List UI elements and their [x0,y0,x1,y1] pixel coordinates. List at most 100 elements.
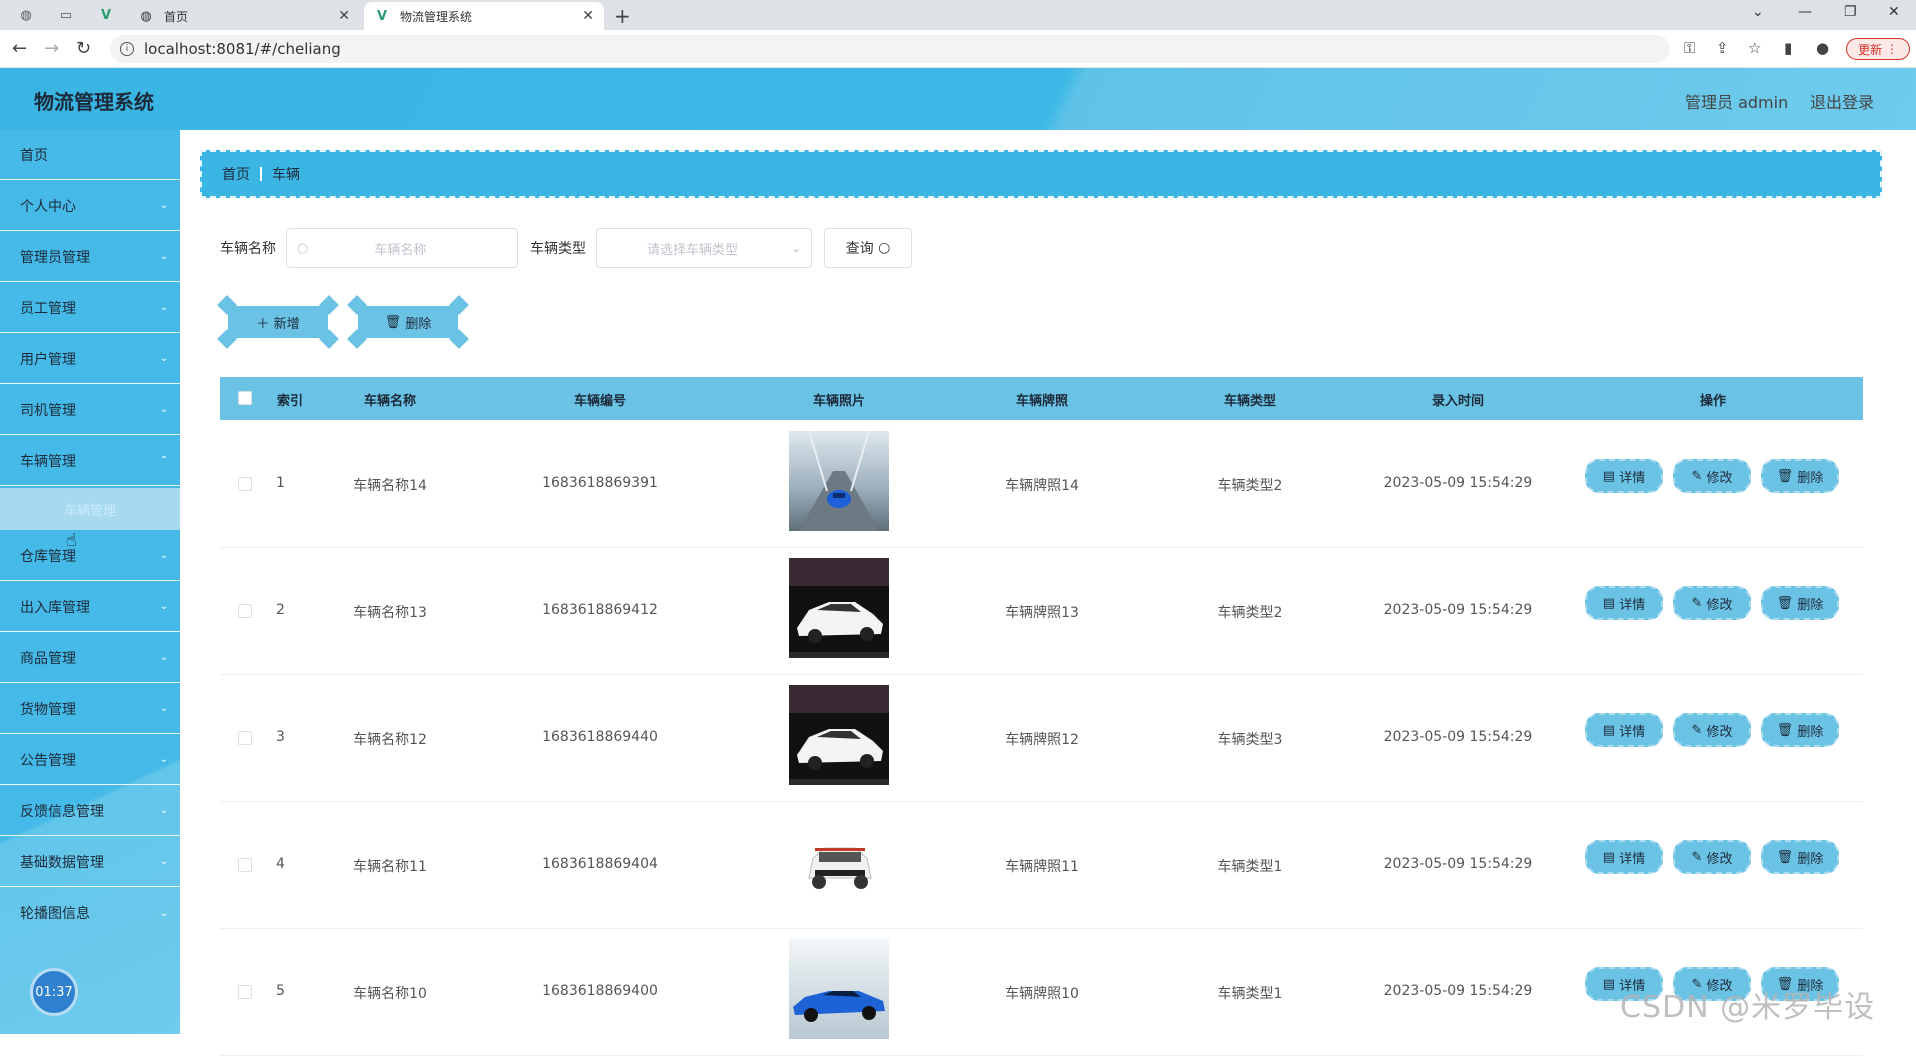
sidebar-item-employees[interactable]: 员工管理 ⌄ [0,283,180,333]
add-button-core: ＋ 新增 [228,306,328,338]
browser-tab-active[interactable]: V 物流管理系统 ✕ [364,2,604,30]
reload-icon[interactable]: ↻ [76,38,91,59]
user-label[interactable]: 管理员 admin [1685,89,1788,113]
delete-button[interactable]: 🗑 删除 [1761,586,1839,620]
cell-index: 1 [276,475,285,491]
detail-button[interactable]: ▤ 详情 [1585,586,1663,620]
add-button[interactable]: ＋ 新增 [217,295,339,349]
submenu-vehicle-management[interactable]: 车辆管理 [0,488,180,530]
share-icon[interactable]: ⇪ [1716,39,1729,57]
tab-search-chevron-icon[interactable]: ⌄ [1752,4,1764,20]
row-checkbox[interactable] [238,604,252,618]
sidebar-item-label: 管理员管理 [20,249,90,266]
delete-label: 删除 [1797,724,1824,740]
vehicle-photo[interactable] [789,430,889,531]
star-icon[interactable]: ☆ [1748,39,1761,57]
query-label: 查询 [845,241,874,257]
chevron-down-icon: ⌄ [159,404,168,415]
delete-button[interactable]: 🗑 删除 [1761,840,1839,874]
sidebar-item-warehouse[interactable]: 仓库管理 ⌄ [0,531,180,581]
cell-number: 1683618869404 [542,856,658,872]
cell-index: 2 [276,602,285,618]
sidebar-item-basedata[interactable]: 基础数据管理 ⌄ [0,837,180,887]
edit-button[interactable]: ✎ 修改 [1673,840,1751,874]
back-arrow-icon[interactable]: ← [12,38,27,59]
vehicle-photo[interactable] [789,812,889,912]
url-field[interactable]: i localhost:8081/#/cheliang [110,35,1670,63]
close-icon[interactable]: ✕ [582,8,594,24]
detail-button[interactable]: ▤ 详情 [1585,459,1663,493]
search-icon: ○ [297,240,309,256]
profile-icon[interactable]: ● [1816,39,1829,57]
cell-time: 2023-05-09 15:54:29 [1383,602,1533,618]
edit-button[interactable]: ✎ 修改 [1673,586,1751,620]
blank-tab-icon[interactable]: ▭ [52,3,80,27]
sidebar-item-vehicles[interactable]: 车辆管理 ⌃ [0,436,180,486]
minimize-icon[interactable]: — [1798,4,1812,20]
globe-icon: ◍ [140,8,152,24]
chevron-down-icon: ⌄ [159,302,168,313]
globe-icon[interactable]: ◍ [12,3,40,27]
logout-link[interactable]: 退出登录 [1810,89,1874,113]
sidebar-item-products[interactable]: 商品管理 ⌄ [0,633,180,683]
new-tab-button[interactable]: + [614,4,631,28]
vehicle-name-input[interactable]: ○ 车辆名称 [286,228,518,268]
chevron-down-icon: ⌄ [159,200,168,211]
sidebar-item-users[interactable]: 用户管理 ⌄ [0,334,180,384]
cell-plate: 车辆牌照13 [1005,605,1079,621]
sidebar-item-feedback[interactable]: 反馈信息管理 ⌄ [0,786,180,836]
edit-button[interactable]: ✎ 修改 [1673,459,1751,493]
sidebar-item-carousel[interactable]: 轮播图信息 ⌄ [0,888,180,938]
browser-tab-home[interactable]: ◍ 首页 ✕ [128,2,360,30]
vehicle-photo[interactable] [789,685,889,785]
select-all-checkbox[interactable] [238,391,252,405]
sidebar-item-label: 轮播图信息 [20,906,90,922]
row-checkbox[interactable] [238,731,252,745]
breadcrumb-separator [260,167,262,181]
cell-name: 车辆名称11 [353,859,427,875]
pencil-icon: ✎ [1691,595,1703,611]
delete-button[interactable]: 🗑 删除 [1761,459,1839,493]
info-icon[interactable]: i [120,42,134,56]
vehicle-type-select[interactable]: 请选择车辆类型 ⌄ [596,228,812,268]
query-button[interactable]: 查询 ○ [824,228,912,268]
detail-button[interactable]: ▤ 详情 [1585,840,1663,874]
breadcrumb-home[interactable]: 首页 [222,164,250,184]
row-checkbox[interactable] [238,858,252,872]
cell-number: 1683618869412 [542,602,658,618]
table-row: 5 车辆名称10 1683618869400 车辆牌照10 车辆类型1 2023-05-0… [220,929,1863,1056]
detail-button[interactable]: ▤ 详情 [1585,713,1663,747]
row-checkbox[interactable] [238,985,252,999]
row-checkbox[interactable] [238,477,252,491]
vue-logo-icon[interactable]: V [92,3,120,27]
vehicle-photo[interactable] [789,558,889,658]
side-panel-icon[interactable]: ▮ [1784,39,1792,57]
sidebar-item-home[interactable]: 首页 [0,130,180,180]
bulk-delete-button[interactable]: 🗑 删除 [347,295,469,349]
edit-button[interactable]: ✎ 修改 [1673,713,1751,747]
vehicle-photo[interactable] [789,939,889,1039]
update-label: 更新 [1858,42,1883,57]
key-icon[interactable]: ⚿ [1684,39,1695,57]
delete-button[interactable]: 🗑 删除 [1761,713,1839,747]
cell-time: 2023-05-09 15:54:29 [1383,729,1533,745]
chevron-down-icon: ⌄ [159,353,168,364]
trash-icon: 🗑 [1776,849,1794,865]
sidebar-item-goods[interactable]: 货物管理 ⌄ [0,684,180,734]
close-icon[interactable]: ✕ [338,8,350,24]
sidebar-item-notices[interactable]: 公告管理 ⌄ [0,735,180,785]
sidebar-item-admins[interactable]: 管理员管理 ⌄ [0,232,180,282]
sidebar-item-label: 车辆管理 [20,453,76,470]
restore-icon[interactable]: ❐ [1844,4,1857,20]
document-icon: ▤ [1602,849,1616,865]
sidebar-item-drivers[interactable]: 司机管理 ⌄ [0,385,180,435]
forward-arrow-icon[interactable]: → [44,38,59,59]
pencil-icon: ✎ [1691,468,1703,484]
sidebar-item-profile[interactable]: 个人中心 ⌄ [0,181,180,231]
cell-index: 3 [276,729,285,745]
sidebar-item-inout[interactable]: 出入库管理 ⌄ [0,582,180,632]
update-button[interactable]: 更新 ⋮ [1846,38,1910,60]
chevron-down-icon: ⌄ [159,907,168,919]
table-row: 2 车辆名称13 1683618869412 车辆牌照13 车辆类型2 2023-05-0… [220,548,1863,675]
window-close-icon[interactable]: ✕ [1888,4,1900,20]
